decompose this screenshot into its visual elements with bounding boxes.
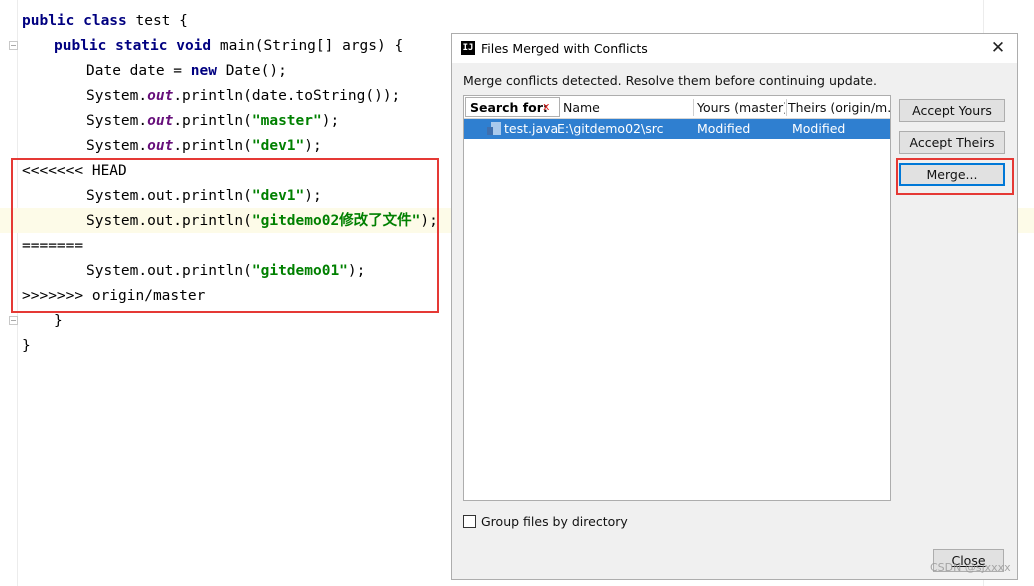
search-clear-icon[interactable]: x <box>543 98 550 115</box>
close-icon[interactable]: ✕ <box>985 36 1011 60</box>
fold-marker-icon[interactable] <box>9 41 18 50</box>
merge-conflicts-dialog: IJ Files Merged with Conflicts ✕ Merge c… <box>451 33 1018 580</box>
java-file-icon <box>487 122 501 135</box>
intellij-app-icon: IJ <box>461 41 475 55</box>
code-line-4: System.out.println(date.toString()); <box>86 88 401 104</box>
code-line-3: Date date = new Date(); <box>86 63 287 79</box>
code-line-5: System.out.println("master"); <box>86 113 340 129</box>
accept-theirs-button[interactable]: Accept Theirs <box>899 131 1005 154</box>
table-header: Name Yours (master) Theirs (origin/m... … <box>464 96 890 119</box>
code-line-6: System.out.println("dev1"); <box>86 138 322 154</box>
conflict-message: Merge conflicts detected. Resolve them b… <box>463 73 877 88</box>
column-separator[interactable] <box>693 99 694 116</box>
fold-marker-icon[interactable] <box>9 316 18 325</box>
cell-file-path: E:\gitdemo02\src <box>557 121 664 136</box>
conflict-highlight-box <box>11 158 439 313</box>
cell-file-name: test.java <box>504 121 559 136</box>
column-separator[interactable] <box>786 99 787 116</box>
group-by-directory-label: Group files by directory <box>481 514 628 529</box>
accept-yours-button[interactable]: Accept Yours <box>899 99 1005 122</box>
conflict-files-table[interactable]: Name Yours (master) Theirs (origin/m... … <box>463 95 891 501</box>
merge-highlight-box <box>896 158 1014 195</box>
code-line-1: public class test { <box>22 13 188 29</box>
column-header-yours[interactable]: Yours (master) <box>697 96 785 118</box>
dialog-titlebar[interactable]: IJ Files Merged with Conflicts ✕ <box>452 34 1017 63</box>
search-label: Search for: <box>470 100 548 115</box>
dialog-title: Files Merged with Conflicts <box>481 41 648 56</box>
column-header-name[interactable]: Name <box>563 96 691 118</box>
column-header-theirs[interactable]: Theirs (origin/m... <box>788 96 890 118</box>
cell-theirs-status: Modified <box>792 121 846 136</box>
code-line-14: } <box>22 338 31 354</box>
cell-yours-status: Modified <box>697 121 751 136</box>
speed-search-popup[interactable]: Search for: x <box>465 97 560 117</box>
watermark: CSDN @sjxxxx <box>930 561 1011 574</box>
group-by-directory-checkbox[interactable] <box>463 515 476 528</box>
table-row[interactable]: test.java E:\gitdemo02\src Modified Modi… <box>464 119 890 139</box>
code-line-2: public static void main(String[] args) { <box>54 38 404 54</box>
